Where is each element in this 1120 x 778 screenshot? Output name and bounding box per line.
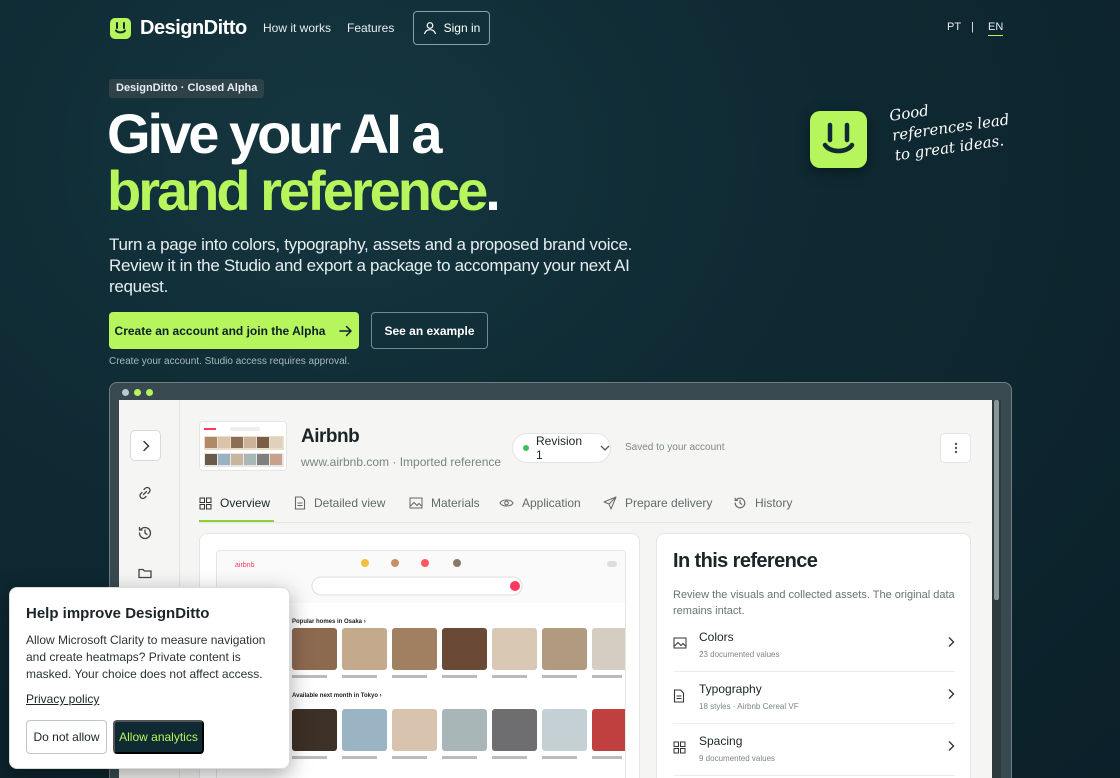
document-icon [294,496,306,510]
privacy-policy-link[interactable]: Privacy policy [26,692,99,706]
send-icon [603,496,617,510]
preview-section-2: Available next month in Tokyo › [292,693,382,699]
chevron-right-icon [948,689,955,699]
link-icon[interactable] [137,485,153,501]
logo-icon [110,18,131,39]
lang-divider: | [971,21,974,33]
preview-logo-text: airbnb [235,562,255,569]
deny-analytics-button[interactable]: Do not allow [26,720,107,754]
consent-body: Allow Microsoft Clarity to measure navig… [26,633,266,681]
headline-accent: brand reference [107,159,488,222]
logo[interactable]: DesignDitto [110,17,247,40]
row-sub: 18 styles · Airbnb Cereal VF [699,702,799,711]
summary-row-typography[interactable]: Typography 18 styles · Airbnb Cereal VF [673,672,955,724]
image-icon [673,637,687,649]
analytics-consent-dialog: Help improve DesignDitto Allow Microsoft… [9,587,290,769]
revision-dropdown[interactable]: Revision 1 [512,433,611,463]
tab-prepare-delivery[interactable]: Prepare delivery [603,496,712,510]
row-name: Spacing [699,734,743,748]
grid-icon [673,741,686,754]
window-dot [146,389,153,396]
smiley-logo-icon [810,111,867,168]
eye-icon [499,499,514,507]
preview-section-1: Popular homes in Osaka › [292,619,366,625]
sidebar-toggle[interactable] [130,430,161,461]
row-sub: 23 documented values [699,650,780,659]
more-menu-button[interactable] [940,433,971,463]
reference-summary-card: In this reference Review the visuals and… [656,533,971,778]
lang-pt[interactable]: PT [947,21,961,33]
headline-line1: Give your AI a [107,102,442,165]
row-name: Colors [699,630,734,644]
alpha-badge: DesignDitto · Closed Alpha [109,79,265,98]
summary-row-spacing[interactable]: Spacing 9 documented values [673,724,955,776]
nav-features[interactable]: Features [347,21,394,35]
tab-detailed-view[interactable]: Detailed view [294,496,385,510]
window-dot [122,389,129,396]
tab-overview[interactable]: Overview [199,496,270,510]
window-dots [122,389,158,396]
tab-label: Detailed view [314,496,386,510]
tab-materials[interactable]: Materials [409,496,480,510]
reference-thumbnail[interactable] [199,421,287,471]
headline-line2: brand reference. [107,163,501,219]
scrollbar[interactable] [992,400,1001,778]
status-dot [523,445,529,451]
summary-row-colors[interactable]: Colors 23 documented values [673,620,955,672]
tab-label: Prepare delivery [625,496,713,510]
window-dot [134,389,141,396]
reference-url: www.airbnb.com · Imported reference [301,455,502,469]
revision-label: Revision 1 [536,434,583,462]
consent-title: Help improve DesignDitto [26,605,210,622]
signin-label: Sign in [443,21,481,35]
signin-button[interactable]: Sign in [413,11,490,45]
grid-icon [199,497,212,509]
reference-title: Airbnb [301,426,360,447]
see-example-button[interactable]: See an example [371,312,488,349]
scrollbar-thumb[interactable] [994,400,999,600]
nav-how-it-works[interactable]: How it works [263,21,331,35]
chevron-right-icon [948,637,955,647]
saved-status: Saved to your account [625,442,725,453]
tab-history[interactable]: History [733,496,792,510]
brand-name: DesignDitto [140,17,247,39]
headline-dot: . [485,159,500,222]
more-vertical-icon [954,442,957,454]
arrow-right-icon [339,325,353,336]
image-icon [409,497,423,509]
reference-tabs: Overview Detailed view Materials Applica… [199,493,971,523]
folder-icon[interactable] [137,565,153,581]
top-nav: DesignDitto How it works Features Sign i… [110,10,1004,46]
history-icon[interactable] [137,525,153,541]
create-account-button[interactable]: Create an account and join the Alpha [109,312,359,349]
tab-label: History [755,496,793,510]
active-tab-indicator [199,520,274,522]
user-icon [423,22,436,35]
summary-title: In this reference [673,550,818,572]
tab-application[interactable]: Application [499,496,581,510]
handwritten-note: Good references lead to great ideas. [888,101,1011,165]
hero-lead: Turn a page into colors, typography, ass… [109,235,633,296]
tab-label: Materials [431,496,480,510]
chevron-right-icon [948,741,955,751]
create-account-label: Create an account and join the Alpha [114,323,326,338]
signup-note: Create your account. Studio access requi… [109,356,350,367]
chevron-right-icon [142,440,149,451]
summary-description: Review the visuals and collected assets.… [673,589,955,617]
allow-analytics-button[interactable]: Allow analytics [113,720,204,754]
row-sub: 9 documented values [699,754,776,763]
chevron-down-icon [600,445,610,451]
lang-en[interactable]: EN [988,21,1004,36]
document-icon [673,689,685,703]
history-icon [734,497,746,509]
row-name: Typography [699,682,762,696]
tab-label: Application [522,496,581,510]
tab-label: Overview [220,496,271,510]
